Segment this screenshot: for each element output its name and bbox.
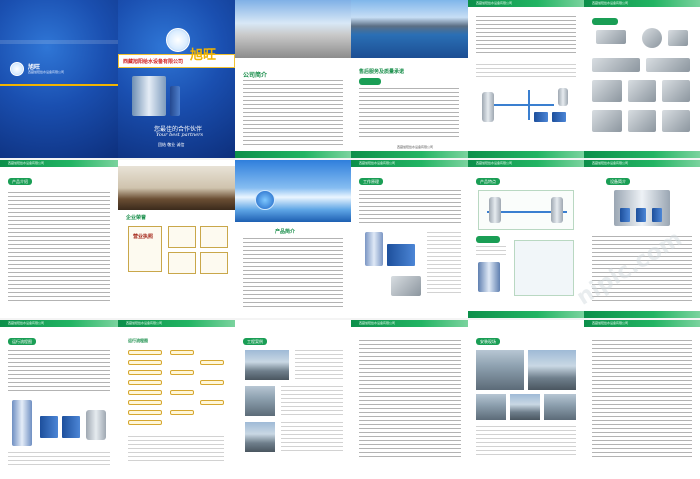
company-intro-page: 公司简介 — [235, 0, 351, 158]
company-logo — [10, 62, 24, 76]
case-photo-2 — [245, 386, 275, 416]
process-flow-page: 西藏旭阳给水设备有限公司 运行流程图 — [118, 320, 235, 479]
products-title: 产品简介 — [275, 229, 296, 235]
pipe-fitting-image — [596, 30, 626, 44]
system-diagram-page: 西藏旭阳给水设备有限公司 — [468, 0, 584, 158]
valve-image — [642, 28, 662, 48]
pump-cabinet-page: 西藏旭阳给水设备有限公司 运行流程图 — [0, 320, 118, 479]
service-footer: 西藏旭阳给水设备有限公司 — [397, 145, 434, 149]
install-text-page: 西藏旭阳给水设备有限公司 — [351, 320, 468, 479]
cover-page: 旭旺 西藏旭阳给水设备有限公司 — [0, 0, 118, 158]
pump-cabinet-image — [12, 400, 32, 446]
office-photo — [118, 166, 235, 210]
case-photo-3 — [245, 422, 275, 452]
flow-diagram — [478, 190, 574, 230]
project-cases-page: 工程案例 — [235, 320, 351, 479]
company-values: 团结 敬业 诚信 — [158, 142, 185, 147]
pressure-tank-diagram — [482, 92, 494, 122]
site-photo-3 — [476, 394, 506, 420]
equipment-page: 西藏旭阳给水设备有限公司 工作原理 — [351, 160, 468, 318]
company-profile-page: 西藏旭阳给水设备有限公司 产品介绍 — [0, 160, 118, 318]
service-title: 售后服务及质量承诺 — [359, 69, 405, 75]
brand-wordmark: 旭旺 — [190, 48, 217, 63]
valves-parts-page: 西藏旭阳给水设备有限公司 — [584, 0, 700, 158]
brand-plate: 西藏旭阳给水设备有限公司 — [118, 54, 235, 68]
installation-site-page: 安装现场 — [468, 320, 584, 479]
brochure-sheet: 旭旺 西藏旭阳给水设备有限公司 西藏旭阳给水设备有限公司 旭旺 您最佳的合作伙伴… — [0, 0, 700, 479]
booster-pump-image — [132, 76, 166, 116]
cover-front-page: 西藏旭阳给水设备有限公司 旭旺 您最佳的合作伙伴 Your best partn… — [118, 0, 235, 158]
site-photo-5 — [544, 394, 576, 420]
product-intro-page: 产品简介 — [235, 160, 351, 318]
honor-page: 企业荣誉 营业执照 — [118, 160, 235, 318]
cover-logo-large — [166, 28, 190, 52]
case-photo-1 — [245, 350, 289, 380]
control-cabinet-image — [365, 232, 383, 266]
business-license-cert: 营业执照 — [128, 226, 162, 272]
slogan-en: Your best partners — [156, 132, 204, 138]
service-page: 售后服务及质量承诺 西藏旭阳给水设备有限公司 — [351, 0, 468, 158]
honor-title: 企业荣誉 — [126, 215, 147, 221]
factory-building-photo — [235, 0, 351, 58]
closing-text-page: 西藏旭阳给水设备有限公司 — [584, 320, 700, 479]
lake-landscape-photo — [351, 0, 468, 58]
site-photo-1 — [476, 350, 524, 390]
ocean-globe-photo — [235, 160, 351, 222]
cover-company-small: 西藏旭阳给水设备有限公司 — [28, 70, 65, 74]
site-photo-4 — [510, 394, 540, 420]
site-photo-2 — [528, 350, 576, 390]
flow-diagram-page: 西藏旭阳给水设备有限公司 产品特点 — [468, 160, 584, 318]
about-title: 公司简介 — [243, 72, 268, 79]
certificate-image — [168, 226, 196, 248]
